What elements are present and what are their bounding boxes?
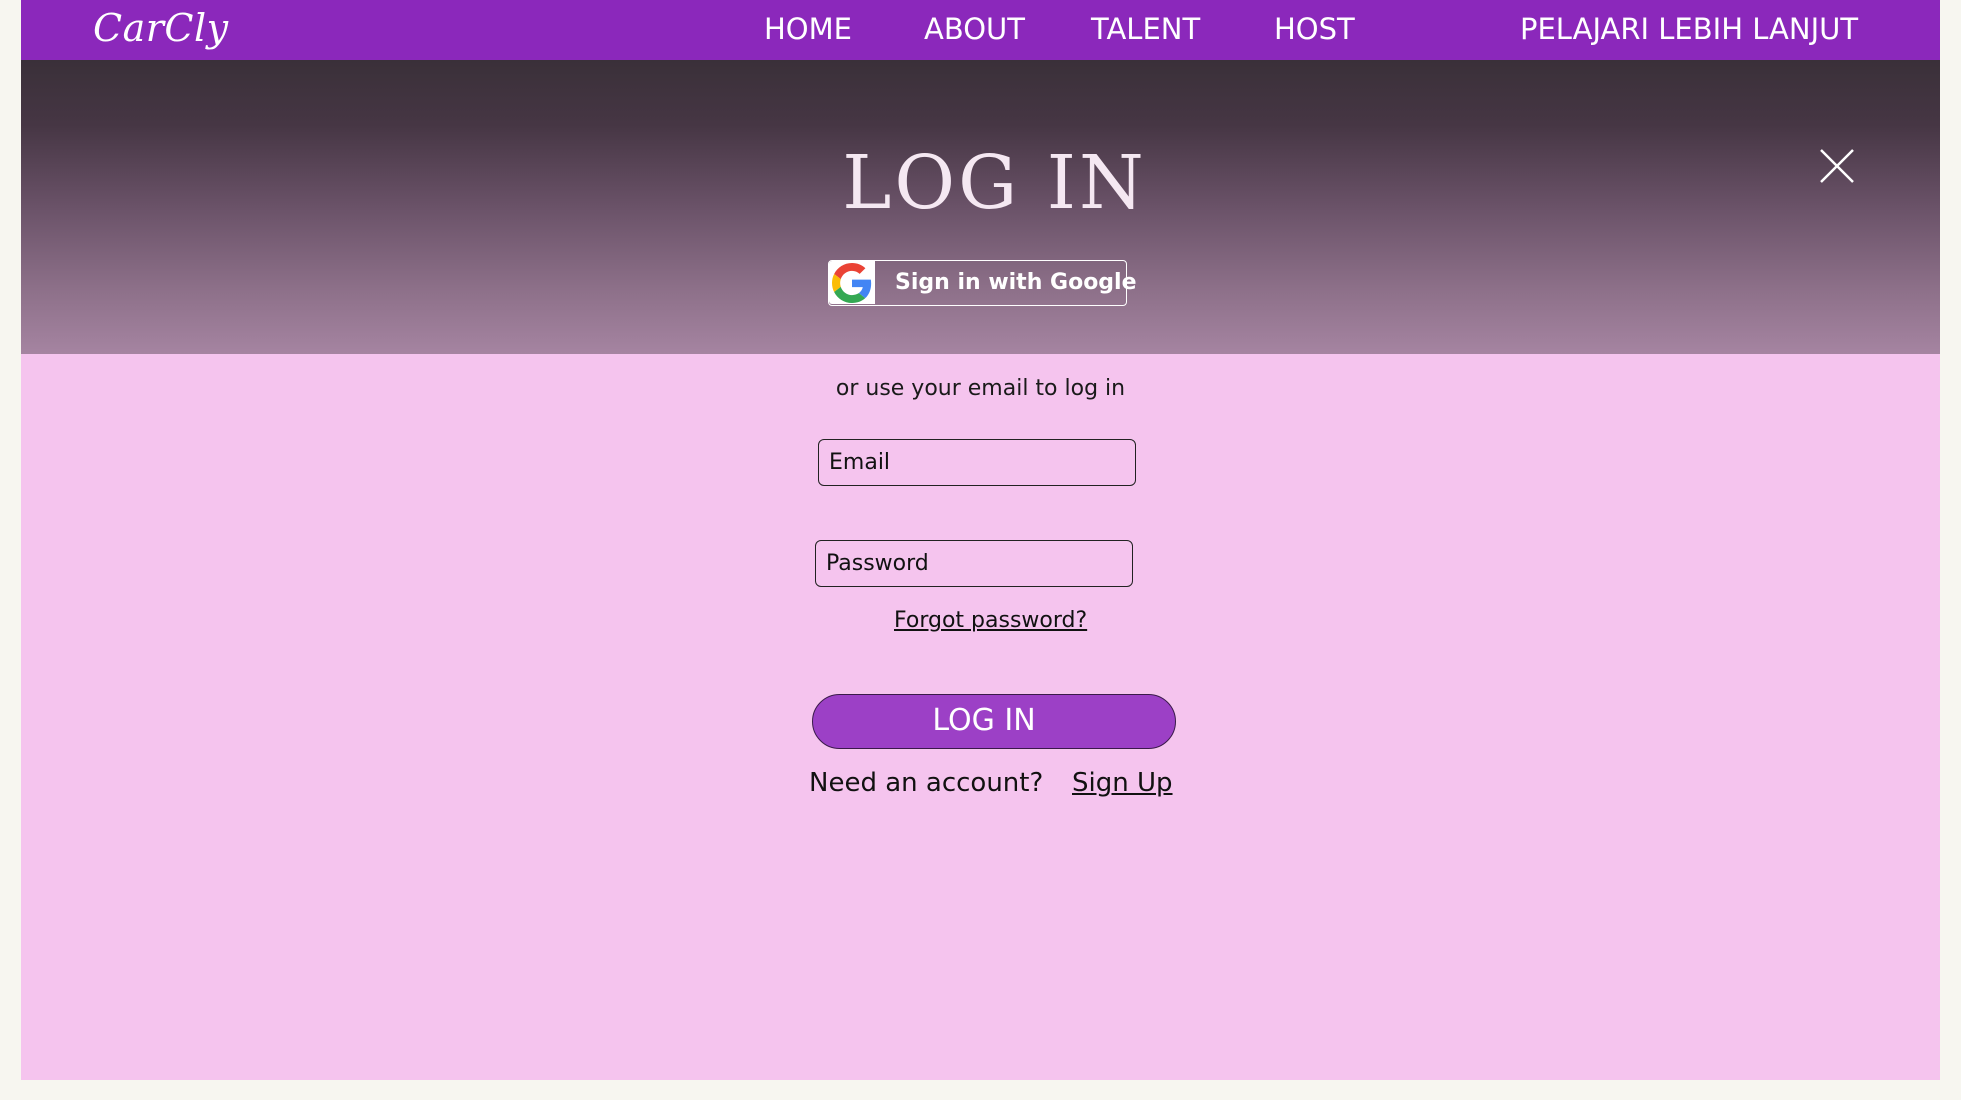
nav-item-about[interactable]: ABOUT	[924, 12, 1025, 46]
google-signin-button[interactable]: Sign in with Google	[828, 260, 1137, 306]
top-navbar: CarCly HOME ABOUT TALENT HOST PELAJARI L…	[21, 0, 1940, 60]
email-divider-text: or use your email to log in	[835, 376, 1126, 401]
email-field[interactable]	[818, 439, 1136, 486]
nav-item-talent[interactable]: TALENT	[1091, 12, 1200, 46]
signup-link[interactable]: Sign Up	[1072, 768, 1173, 798]
password-field[interactable]	[815, 540, 1133, 587]
page-title: LOG IN	[842, 140, 1147, 226]
nav-item-home[interactable]: HOME	[764, 12, 852, 46]
login-button[interactable]: LOG IN	[812, 694, 1176, 749]
google-signin-label: Sign in with Google	[895, 270, 1137, 295]
login-header: LOG IN Sign in with Google	[21, 60, 1940, 354]
close-icon	[1820, 149, 1854, 183]
google-icon	[832, 263, 872, 303]
google-logo-box	[829, 261, 875, 304]
close-button[interactable]	[1817, 146, 1857, 186]
page-frame: CarCly HOME ABOUT TALENT HOST PELAJARI L…	[21, 0, 1940, 1080]
nav-item-host[interactable]: HOST	[1274, 12, 1355, 46]
need-account-text: Need an account?	[809, 768, 1044, 798]
forgot-password-link[interactable]: Forgot password?	[894, 608, 1087, 633]
brand-logo[interactable]: CarCly	[93, 6, 229, 50]
nav-item-learn-more[interactable]: PELAJARI LEBIH LANJUT	[1520, 12, 1858, 46]
